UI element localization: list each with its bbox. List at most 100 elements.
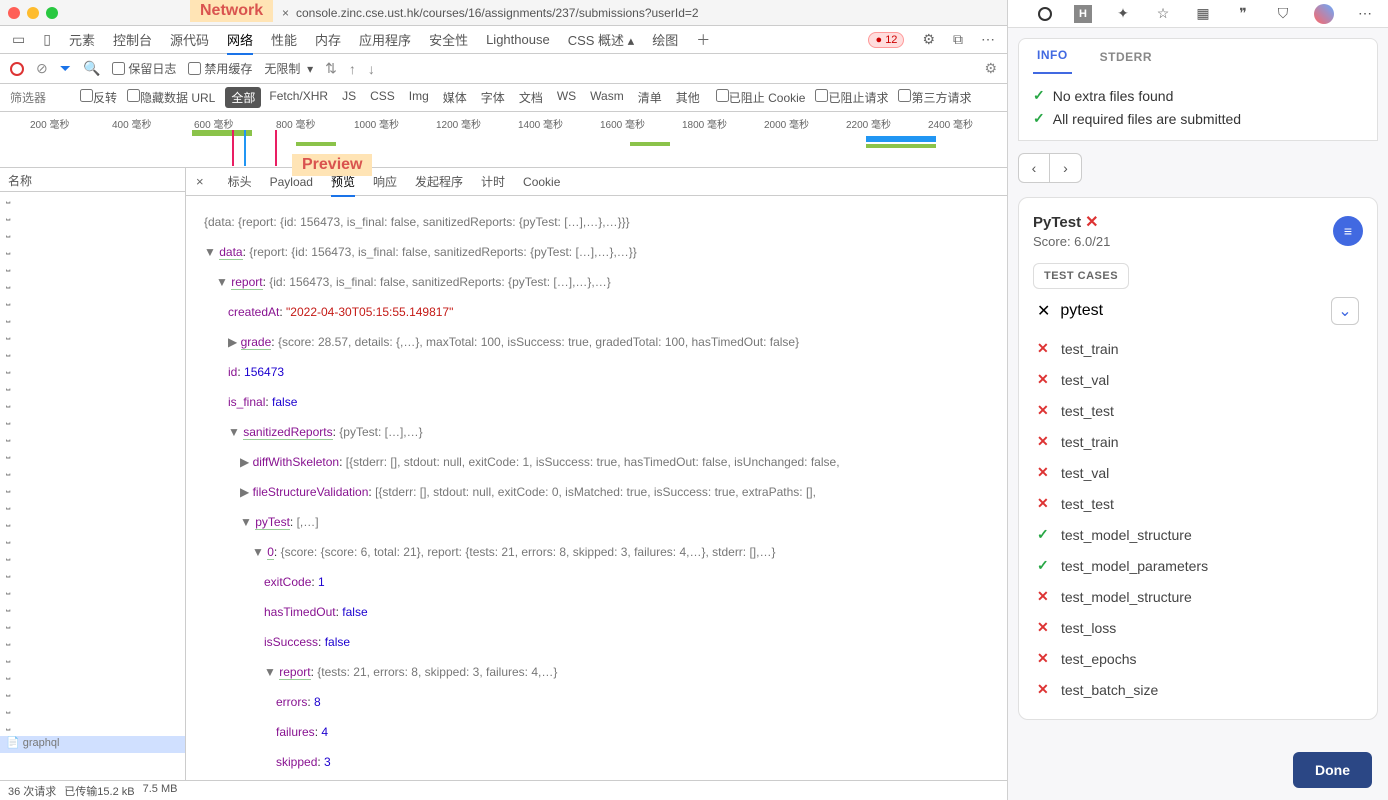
test-case-row[interactable]: ✕test_epochs	[1033, 643, 1363, 674]
request-row[interactable]: ⎵	[0, 634, 185, 651]
request-row[interactable]: ⎵	[0, 532, 185, 549]
hide-data-urls-checkbox[interactable]: 隐藏数据 URL	[127, 89, 215, 106]
request-row[interactable]: ⎵	[0, 685, 185, 702]
next-button[interactable]: ›	[1050, 153, 1082, 183]
search-icon[interactable]: 🔍	[83, 60, 100, 77]
request-row[interactable]: ⎵	[0, 719, 185, 736]
h-badge-icon[interactable]: H	[1074, 5, 1092, 23]
request-row[interactable]: ⎵	[0, 328, 185, 345]
extension-icon[interactable]: ✦	[1114, 5, 1132, 23]
device-toggle-icon[interactable]: ▯	[43, 31, 51, 48]
dtab-timing[interactable]: 计时	[481, 173, 505, 190]
dtab-preview[interactable]: 预览	[331, 173, 355, 197]
chip-fetchxhr[interactable]: Fetch/XHR	[263, 87, 334, 108]
tab-rendering[interactable]: 绘图	[652, 30, 678, 49]
request-row[interactable]: ⎵	[0, 651, 185, 668]
request-row[interactable]: ⎵	[0, 226, 185, 243]
chip-media[interactable]: 媒体	[437, 87, 473, 108]
tab-network[interactable]: 网络	[227, 30, 253, 55]
tab-elements[interactable]: 元素	[69, 30, 95, 49]
test-case-row[interactable]: ✕test_test	[1033, 488, 1363, 519]
chip-css[interactable]: CSS	[364, 87, 401, 108]
tab-application[interactable]: 应用程序	[359, 30, 411, 49]
test-case-row[interactable]: ✕test_val	[1033, 364, 1363, 395]
request-row[interactable]: ⎵	[0, 583, 185, 600]
done-button[interactable]: Done	[1293, 752, 1372, 788]
dtab-headers[interactable]: 标头	[228, 173, 252, 190]
download-icon[interactable]: ↓	[368, 61, 375, 77]
add-tab-icon[interactable]: ＋	[696, 30, 710, 50]
tab-lighthouse[interactable]: Lighthouse	[486, 32, 550, 47]
chip-wasm[interactable]: Wasm	[584, 87, 630, 108]
test-case-row[interactable]: ✕test_test	[1033, 395, 1363, 426]
tab-security[interactable]: 安全性	[429, 30, 468, 49]
chip-ws[interactable]: WS	[551, 87, 582, 108]
request-row[interactable]: ⎵	[0, 481, 185, 498]
issues-badge[interactable]: ● 12	[868, 32, 904, 48]
filter-toggle-icon[interactable]: ⏷	[60, 60, 71, 77]
request-row-selected[interactable]: 📄 graphql	[0, 736, 185, 753]
clear-icon[interactable]: ⊘	[36, 60, 48, 77]
chip-font[interactable]: 字体	[475, 87, 511, 108]
chip-js[interactable]: JS	[336, 87, 362, 108]
test-case-row[interactable]: ✕test_model_structure	[1033, 581, 1363, 612]
request-row[interactable]: ⎵	[0, 396, 185, 413]
settings-gear-icon[interactable]: ⚙	[922, 31, 935, 48]
traffic-lights[interactable]	[8, 7, 58, 19]
request-row[interactable]: ⎵	[0, 566, 185, 583]
network-settings-icon[interactable]: ⚙	[984, 60, 997, 77]
request-row[interactable]: ⎵	[0, 260, 185, 277]
request-row[interactable]: ⎵	[0, 311, 185, 328]
tab-close-icon[interactable]: ×	[282, 6, 289, 20]
json-preview[interactable]: {data: {report: {id: 156473, is_final: f…	[186, 196, 1007, 780]
request-row[interactable]: ⎵	[0, 294, 185, 311]
request-row[interactable]: ⎵	[0, 617, 185, 634]
request-row[interactable]: ⎵	[0, 464, 185, 481]
chip-manifest[interactable]: 清单	[632, 87, 668, 108]
test-case-row[interactable]: ✕test_batch_size	[1033, 674, 1363, 705]
chip-img[interactable]: Img	[403, 87, 435, 108]
tab-console[interactable]: 控制台	[113, 30, 152, 49]
circle-icon[interactable]	[1038, 7, 1052, 21]
close-window-icon[interactable]	[8, 7, 20, 19]
test-case-row[interactable]: ✕test_val	[1033, 457, 1363, 488]
chip-doc[interactable]: 文档	[513, 87, 549, 108]
tab-info[interactable]: INFO	[1033, 38, 1072, 74]
request-row[interactable]: ⎵	[0, 430, 185, 447]
test-case-row[interactable]: ✕test_train	[1033, 333, 1363, 364]
throttle-select[interactable]: 无限制 ▾	[264, 60, 313, 77]
wifi-icon[interactable]: ⇅	[325, 60, 337, 77]
name-column-header[interactable]: 名称	[0, 168, 185, 192]
request-row[interactable]: ⎵	[0, 192, 185, 209]
invert-checkbox[interactable]: 反转	[80, 89, 117, 106]
tab-performance[interactable]: 性能	[271, 30, 297, 49]
dock-icon[interactable]: ⧉	[953, 31, 963, 48]
blocked-cookies-checkbox[interactable]: 已阻止 Cookie	[716, 89, 806, 106]
request-row[interactable]: ⎵	[0, 600, 185, 617]
tab-sources[interactable]: 源代码	[170, 30, 209, 49]
request-row[interactable]: ⎵	[0, 345, 185, 362]
filter-input[interactable]	[10, 91, 70, 105]
chevron-down-icon[interactable]: ⌄	[1331, 297, 1359, 325]
minimize-window-icon[interactable]	[27, 7, 39, 19]
more-menu-icon[interactable]: ⋯	[1356, 5, 1374, 23]
shield-icon[interactable]: ⛉	[1274, 5, 1292, 23]
request-row[interactable]: ⎵	[0, 668, 185, 685]
chip-other[interactable]: 其他	[670, 87, 706, 108]
tab-cssoverview[interactable]: CSS 概述 ▴	[568, 30, 634, 49]
log-button[interactable]: ≡	[1333, 216, 1363, 246]
request-row[interactable]: ⎵	[0, 498, 185, 515]
dtab-cookies[interactable]: Cookie	[523, 175, 560, 189]
third-party-checkbox[interactable]: 第三方请求	[898, 89, 971, 106]
request-row[interactable]: ⎵	[0, 549, 185, 566]
more-icon[interactable]: ⋯	[981, 31, 995, 48]
upload-icon[interactable]: ↑	[349, 61, 356, 77]
blocked-requests-checkbox[interactable]: 已阻止请求	[815, 89, 888, 106]
test-case-row[interactable]: ✓test_model_parameters	[1033, 550, 1363, 581]
favorites-icon[interactable]: ☆	[1154, 5, 1172, 23]
preserve-log-checkbox[interactable]: 保留日志	[112, 60, 176, 77]
request-row[interactable]: ⎵	[0, 379, 185, 396]
tc-group-pytest[interactable]: ✕pytest ⌄	[1033, 289, 1363, 333]
request-row[interactable]: ⎵	[0, 362, 185, 379]
record-icon[interactable]	[10, 62, 24, 76]
